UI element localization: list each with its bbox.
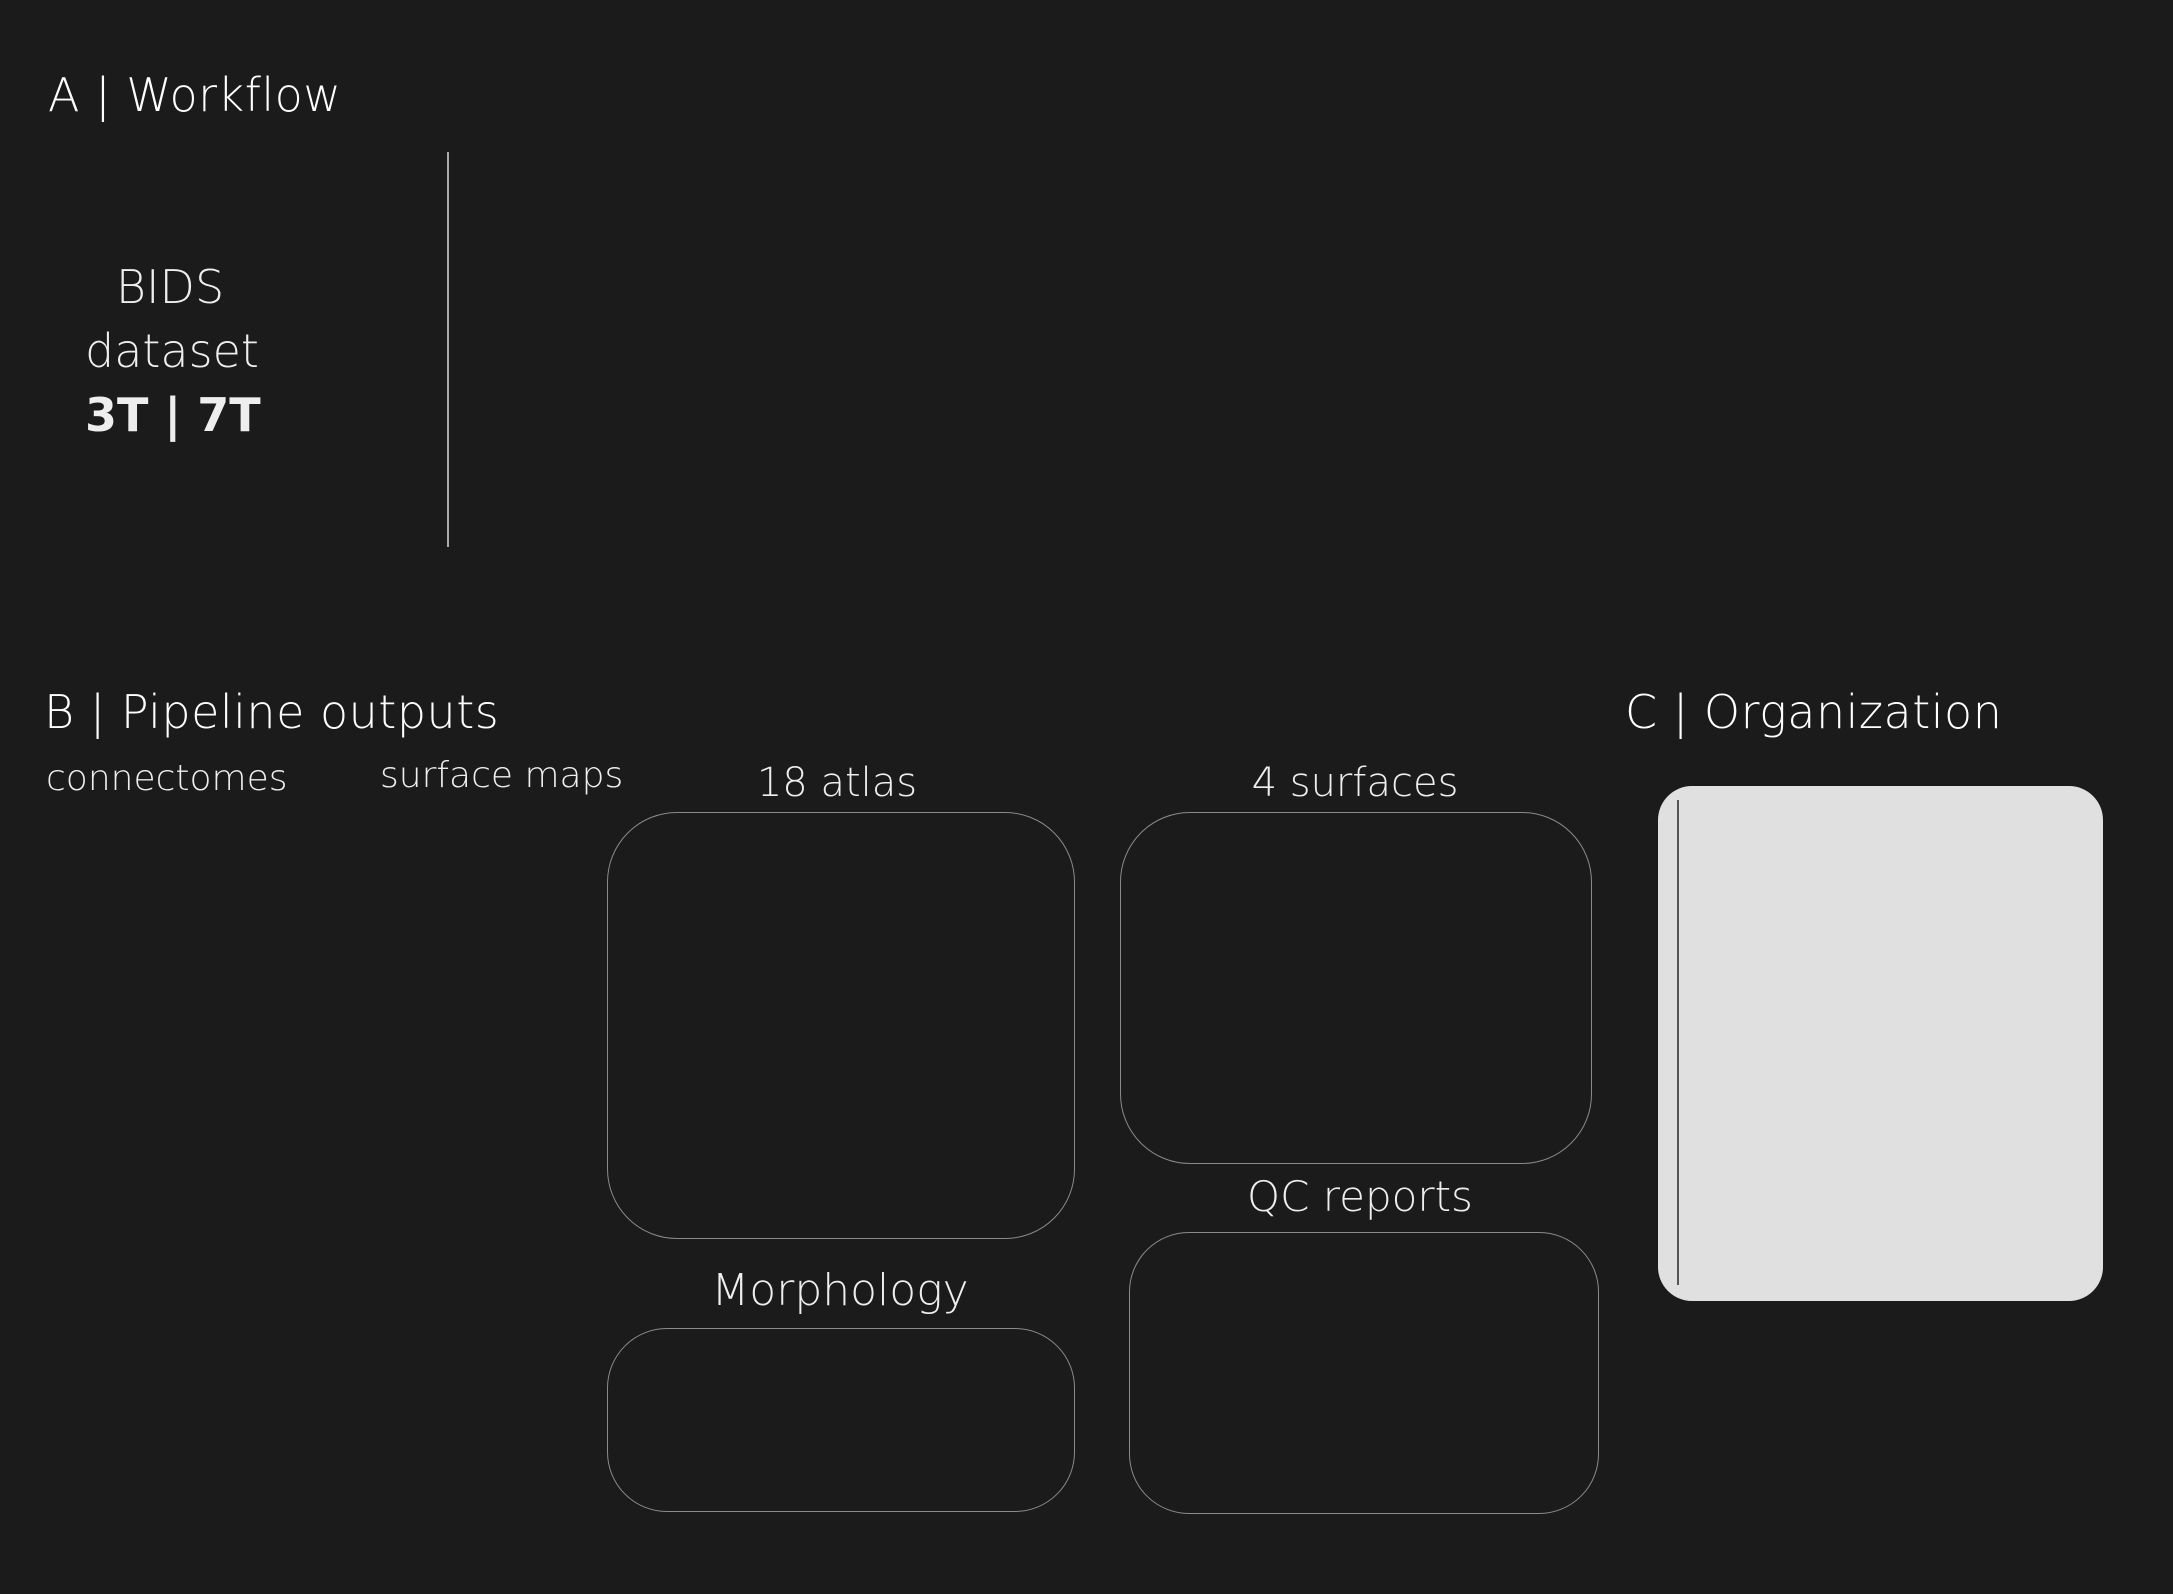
surfaces-title: 4 surfaces — [1251, 760, 1459, 806]
section-c-title: C | Organization — [1625, 685, 2003, 739]
qc-title: QC reports — [1247, 1172, 1473, 1221]
tree-rule — [1677, 800, 1679, 1285]
atlas-panel — [607, 812, 1075, 1239]
section-b-title: B | Pipeline outputs — [44, 685, 500, 739]
directory-tree-panel — [1658, 786, 2103, 1301]
qc-reports — [1170, 1240, 1570, 1510]
atlas-title: 18 atlas — [756, 760, 918, 806]
morphology-panel — [607, 1328, 1075, 1512]
workflow-sankey — [0, 0, 2173, 660]
morphology-title: Morphology — [711, 1265, 969, 1316]
surfaces-panel — [1120, 812, 1592, 1164]
surface-maps-header: surface maps — [380, 755, 624, 796]
connectomes-header: connectomes — [46, 758, 288, 799]
